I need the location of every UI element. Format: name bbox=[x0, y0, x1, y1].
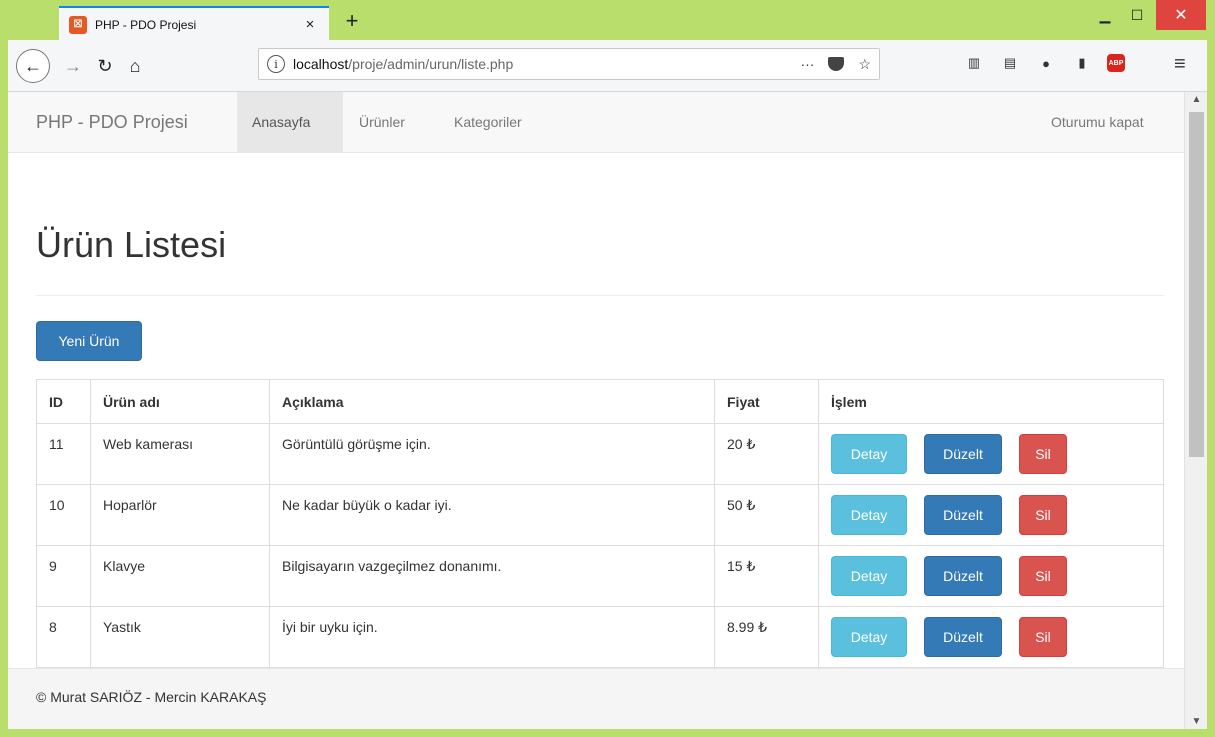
edit-button[interactable]: Düzelt bbox=[924, 617, 1002, 657]
scroll-down-icon[interactable]: ▼ bbox=[1185, 716, 1208, 727]
pocket-icon[interactable] bbox=[828, 57, 845, 71]
cell-actions: Detay Düzelt Sil bbox=[818, 545, 1164, 607]
cell-id: 10 bbox=[36, 484, 91, 546]
forward-arrow-icon[interactable]: → bbox=[58, 51, 88, 81]
xampp-favicon-icon: ☒ bbox=[69, 15, 87, 34]
library-icon[interactable]: ▥ bbox=[963, 52, 985, 74]
cell-description: Ne kadar büyük o kadar iyi. bbox=[269, 484, 715, 546]
cell-name: Hoparlör bbox=[90, 484, 270, 546]
cell-actions: Detay Düzelt Sil bbox=[818, 484, 1164, 546]
cell-name: Web kamerası bbox=[90, 423, 270, 485]
detail-button[interactable]: Detay bbox=[831, 617, 907, 657]
minimize-icon[interactable]: ▁ bbox=[1090, 0, 1120, 30]
shield-icon[interactable]: ▮ bbox=[1071, 52, 1093, 74]
site-info-icon[interactable]: i bbox=[267, 55, 285, 73]
page-footer: © Murat SARIÖZ - Mercin KARAKAŞ bbox=[8, 668, 1184, 729]
cell-name: Klavye bbox=[90, 545, 270, 607]
page-actions-icon[interactable]: ··· bbox=[800, 56, 814, 72]
new-product-button[interactable]: Yeni Ürün bbox=[36, 321, 142, 361]
delete-button[interactable]: Sil bbox=[1019, 495, 1067, 535]
edit-button[interactable]: Düzelt bbox=[924, 434, 1002, 474]
detail-button[interactable]: Detay bbox=[831, 556, 907, 596]
products-table: ID Ürün adı Açıklama Fiyat İşlem 11 Web … bbox=[36, 379, 1164, 668]
maximize-icon[interactable]: ☐ bbox=[1122, 0, 1152, 30]
tab-title: PHP - PDO Projesi bbox=[95, 17, 197, 32]
browser-tab[interactable]: ☒ PHP - PDO Projesi × bbox=[59, 6, 329, 41]
table-row: 10 Hoparlör Ne kadar büyük o kadar iyi. … bbox=[36, 484, 1164, 546]
table-row: 11 Web kamerası Görüntülü görüşme için. … bbox=[36, 423, 1164, 485]
window-close-icon[interactable]: ✕ bbox=[1156, 0, 1206, 30]
header-actions: İşlem bbox=[818, 379, 1164, 424]
extension-icon[interactable]: ● bbox=[1035, 52, 1057, 74]
nav-item-categories[interactable]: Kategoriler bbox=[439, 92, 537, 152]
sidebar-icon[interactable]: ▤ bbox=[999, 52, 1021, 74]
title-divider bbox=[36, 295, 1164, 296]
cell-price: 8.99 ₺ bbox=[714, 606, 819, 668]
adblock-icon[interactable]: ABP bbox=[1107, 54, 1125, 72]
back-arrow-icon[interactable]: ← bbox=[16, 49, 50, 83]
cell-id: 11 bbox=[36, 423, 91, 485]
hamburger-menu-icon[interactable]: ≡ bbox=[1174, 53, 1186, 76]
url-path: /proje/admin/urun/liste.php bbox=[348, 56, 514, 72]
cell-description: İyi bir uyku için. bbox=[269, 606, 715, 668]
page-title: Ürün Listesi bbox=[36, 224, 227, 265]
scroll-up-icon[interactable]: ▲ bbox=[1185, 94, 1208, 105]
cell-name: Yastık bbox=[90, 606, 270, 668]
cell-id: 9 bbox=[36, 545, 91, 607]
scrollbar-thumb[interactable] bbox=[1189, 112, 1204, 457]
cell-price: 20 ₺ bbox=[714, 423, 819, 485]
page-viewport: PHP - PDO Projesi Anasayfa Ürünler Kateg… bbox=[8, 92, 1184, 729]
new-tab-button[interactable]: + bbox=[340, 8, 364, 34]
home-icon[interactable]: ⌂ bbox=[120, 51, 150, 81]
logout-link[interactable]: Oturumu kapat bbox=[1036, 92, 1159, 152]
nav-item-products[interactable]: Ürünler bbox=[344, 92, 420, 152]
header-name: Ürün adı bbox=[90, 379, 270, 424]
detail-button[interactable]: Detay bbox=[831, 434, 907, 474]
header-price: Fiyat bbox=[714, 379, 819, 424]
cell-id: 8 bbox=[36, 606, 91, 668]
address-bar[interactable]: i localhost/proje/admin/urun/liste.php ·… bbox=[258, 48, 880, 80]
cell-price: 15 ₺ bbox=[714, 545, 819, 607]
table-row: 8 Yastık İyi bir uyku için. 8.99 ₺ Detay… bbox=[36, 606, 1164, 668]
cell-description: Görüntülü görüşme için. bbox=[269, 423, 715, 485]
header-description: Açıklama bbox=[269, 379, 715, 424]
footer-copyright: © Murat SARIÖZ - Mercin KARAKAŞ bbox=[36, 689, 267, 705]
url-host: localhost bbox=[293, 56, 349, 72]
site-navbar: PHP - PDO Projesi Anasayfa Ürünler Kateg… bbox=[8, 92, 1184, 153]
delete-button[interactable]: Sil bbox=[1019, 556, 1067, 596]
cell-description: Bilgisayarın vazgeçilmez donanımı. bbox=[269, 545, 715, 607]
cell-price: 50 ₺ bbox=[714, 484, 819, 546]
edit-button[interactable]: Düzelt bbox=[924, 556, 1002, 596]
bookmark-star-icon[interactable]: ☆ bbox=[858, 56, 871, 73]
header-id: ID bbox=[36, 379, 91, 424]
navbar-brand[interactable]: PHP - PDO Projesi bbox=[36, 92, 188, 153]
nav-item-home[interactable]: Anasayfa bbox=[237, 92, 343, 152]
detail-button[interactable]: Detay bbox=[831, 495, 907, 535]
delete-button[interactable]: Sil bbox=[1019, 617, 1067, 657]
cell-actions: Detay Düzelt Sil bbox=[818, 423, 1164, 485]
edit-button[interactable]: Düzelt bbox=[924, 495, 1002, 535]
table-header-row: ID Ürün adı Açıklama Fiyat İşlem bbox=[36, 379, 1164, 424]
tab-close-icon[interactable]: × bbox=[301, 16, 319, 33]
table-row: 9 Klavye Bilgisayarın vazgeçilmez donanı… bbox=[36, 545, 1164, 607]
browser-toolbar: ← → ↻ ⌂ i localhost/proje/admin/urun/lis… bbox=[8, 40, 1207, 92]
vertical-scrollbar[interactable]: ▲ ▼ bbox=[1184, 92, 1207, 729]
window-titlebar: ☒ PHP - PDO Projesi × + ▁ ☐ ✕ bbox=[0, 0, 1215, 41]
delete-button[interactable]: Sil bbox=[1019, 434, 1067, 474]
reload-icon[interactable]: ↻ bbox=[90, 51, 120, 81]
cell-actions: Detay Düzelt Sil bbox=[818, 606, 1164, 668]
